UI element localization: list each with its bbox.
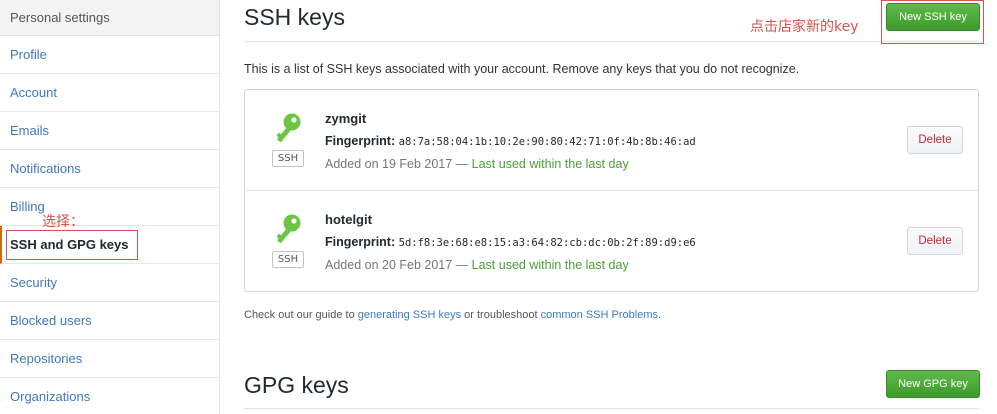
sidebar-item-repositories[interactable]: Repositories: [0, 340, 219, 378]
last-used-text: Last used within the last day: [471, 157, 629, 171]
fingerprint-value: 5d:f8:3e:68:e8:15:a3:64:82:cb:dc:0b:2f:8…: [398, 237, 696, 249]
common-ssh-problems-link[interactable]: common SSH Problems: [541, 309, 658, 321]
ssh-key-row: SSH hotelgit Fingerprint: 5d:f8:3e:68:e8…: [245, 190, 978, 291]
ssh-key-row: SSH zymgit Fingerprint: a8:7a:58:04:1b:1…: [245, 90, 978, 191]
ssh-key-name: hotelgit: [325, 212, 372, 227]
guide-suffix: .: [657, 309, 662, 321]
sidebar-header: Personal settings: [0, 0, 219, 36]
sidebar-item-security[interactable]: Security: [0, 264, 219, 302]
ssh-key-item-icon: SSH: [271, 112, 305, 167]
ssh-key-name: zymgit: [325, 111, 367, 126]
new-gpg-key-button[interactable]: New GPG key: [886, 370, 980, 398]
ssh-intro-text: This is a list of SSH keys associated wi…: [244, 62, 800, 76]
fingerprint-label: Fingerprint:: [325, 235, 396, 249]
fingerprint-line: Fingerprint: a8:7a:58:04:1b:10:2e:90:80:…: [325, 134, 696, 148]
guide-prefix: Check out our guide to: [244, 309, 355, 321]
last-used-text: Last used within the last day: [471, 258, 629, 272]
key-icon: [276, 113, 301, 142]
annotation-box-sidebar: [6, 230, 138, 260]
added-date: Added on 20 Feb 2017 —: [325, 258, 469, 272]
ssh-keys-title: SSH keys: [244, 4, 345, 30]
gpg-keys-title: GPG keys: [244, 372, 349, 398]
annotation-new-key-note: 点击店家新的key: [750, 19, 859, 35]
delete-key-button[interactable]: Delete: [907, 126, 963, 154]
sidebar-item-profile[interactable]: Profile: [0, 36, 219, 74]
guide-middle: or troubleshoot: [464, 309, 538, 321]
sidebar-item-billing[interactable]: Billing: [0, 188, 219, 226]
gpg-title-divider: [244, 408, 979, 409]
ssh-title-divider: [244, 41, 979, 42]
generating-ssh-keys-link[interactable]: generating SSH keys: [358, 309, 461, 321]
ssh-guide-text: Check out our guide to generating SSH ke…: [244, 309, 661, 321]
sidebar-item-account[interactable]: Account: [0, 74, 219, 112]
fingerprint-line: Fingerprint: 5d:f8:3e:68:e8:15:a3:64:82:…: [325, 235, 696, 249]
added-line: Added on 19 Feb 2017 — Last used within …: [325, 157, 629, 171]
sidebar-item-notifications[interactable]: Notifications: [0, 150, 219, 188]
added-date: Added on 19 Feb 2017 —: [325, 157, 469, 171]
key-icon: [276, 214, 301, 243]
ssh-type-label: SSH: [272, 150, 304, 167]
ssh-type-label: SSH: [272, 251, 304, 268]
added-line: Added on 20 Feb 2017 — Last used within …: [325, 258, 629, 272]
delete-key-button[interactable]: Delete: [907, 227, 963, 255]
annotation-box-new-key: [881, 0, 984, 44]
fingerprint-value: a8:7a:58:04:1b:10:2e:90:80:42:71:0f:4b:8…: [398, 136, 696, 148]
ssh-key-item-icon: SSH: [271, 213, 305, 268]
fingerprint-label: Fingerprint:: [325, 134, 396, 148]
settings-sidebar: Personal settings Profile Account Emails…: [0, 0, 220, 414]
annotation-select-note: 选择：: [42, 214, 84, 230]
ssh-keys-list: SSH zymgit Fingerprint: a8:7a:58:04:1b:1…: [244, 89, 979, 292]
sidebar-item-blocked-users[interactable]: Blocked users: [0, 302, 219, 340]
sidebar-item-emails[interactable]: Emails: [0, 112, 219, 150]
sidebar-item-organizations[interactable]: Organizations: [0, 378, 219, 414]
